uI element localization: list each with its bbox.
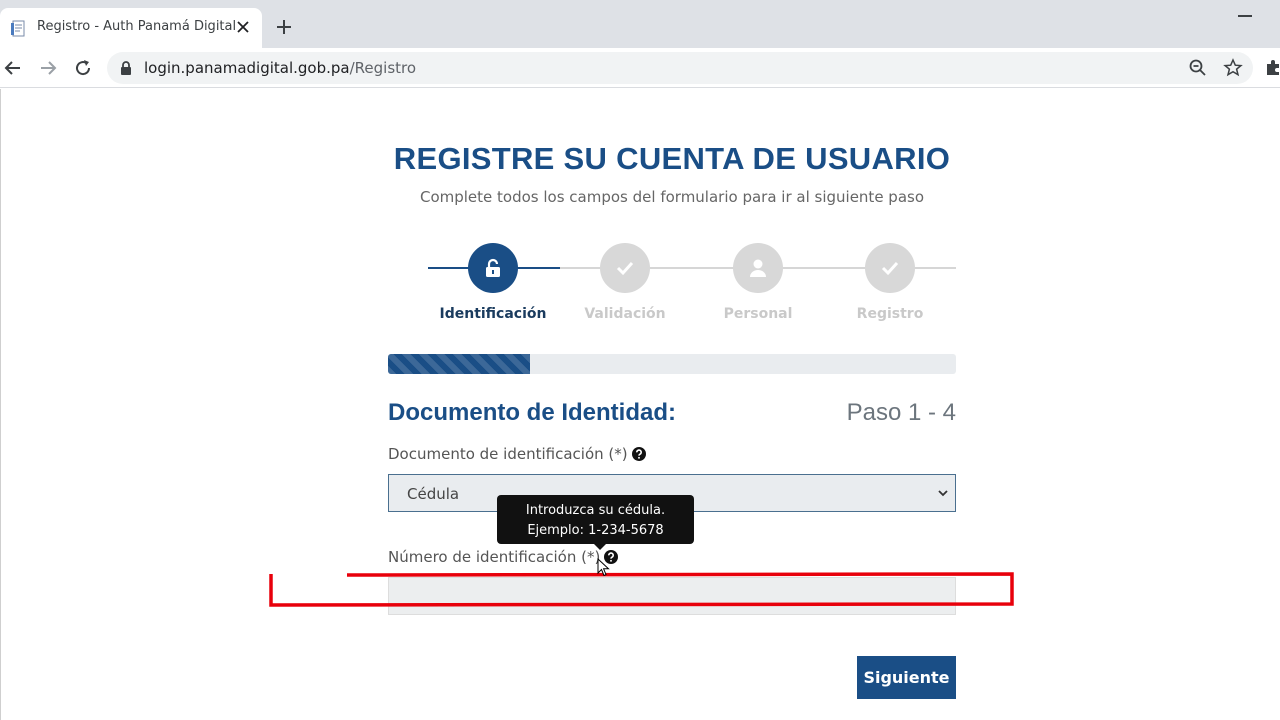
browser-toolbar: login.panamadigital.gob.pa/Registro [0, 48, 1280, 88]
tooltip-line: Ejemplo: 1-234-5678 [527, 523, 664, 538]
step-label: Personal [723, 306, 793, 322]
doc-type-label: Documento de identificación (*) [388, 445, 646, 463]
browser-tabstrip: Registro - Auth Panamá Digital [0, 0, 1280, 48]
back-arrow-icon[interactable] [2, 57, 24, 79]
url-path: /Registro [349, 59, 417, 77]
step-registro: Registro [824, 242, 956, 332]
doc-type-label-text: Documento de identificación (*) [388, 445, 628, 463]
check-icon [881, 261, 899, 276]
step-label: Identificación [439, 306, 547, 322]
minimize-icon[interactable] [1238, 15, 1252, 17]
close-icon[interactable] [234, 18, 252, 36]
step-identificacion: Identificación [427, 242, 559, 332]
zoom-out-icon[interactable] [1188, 58, 1208, 78]
check-icon [616, 261, 634, 276]
progress-bar-fill [388, 354, 530, 374]
id-number-input[interactable] [388, 577, 956, 615]
lock-icon [121, 61, 131, 75]
page-title: REGISTRE SU CUENTA DE USUARIO [393, 141, 951, 176]
progress-bar [388, 354, 956, 374]
step-circle [865, 243, 915, 293]
browser-tab[interactable]: Registro - Auth Panamá Digital [0, 8, 262, 48]
doc-type-selected-value: Cédula [407, 485, 460, 503]
extensions-puzzle-icon[interactable] [1264, 58, 1280, 76]
unlock-icon [486, 258, 500, 277]
step-label: Validación [584, 306, 666, 322]
step-label: Registro [856, 306, 924, 322]
star-icon[interactable] [1223, 58, 1243, 78]
step-count: Paso 1 - 4 [846, 399, 956, 426]
step-circle [733, 243, 783, 293]
forward-arrow-icon[interactable] [37, 57, 59, 79]
tab-title: Registro - Auth Panamá Digital [37, 19, 237, 34]
reload-icon[interactable] [72, 57, 94, 79]
step-circle [600, 243, 650, 293]
new-tab-plus-icon[interactable] [275, 18, 293, 36]
page-subtitle: Complete todos los campos del formulario… [419, 188, 925, 206]
document-icon [11, 20, 25, 37]
registration-stepper: Identificación Validación Personal Regis… [388, 242, 956, 332]
step-personal: Personal [692, 242, 824, 332]
mouse-cursor-icon [597, 558, 610, 577]
user-icon [750, 259, 766, 277]
id-number-label: Número de identificación (*) [388, 548, 619, 566]
step-circle [468, 243, 518, 293]
url-domain: login.panamadigital.gob.pa [144, 59, 350, 77]
tooltip-arrow [594, 544, 606, 550]
next-button[interactable]: Siguiente [857, 656, 956, 699]
question-circle-icon[interactable] [631, 447, 646, 461]
step-validacion: Validación [559, 242, 691, 332]
id-number-label-text: Número de identificación (*) [388, 548, 601, 566]
page-content: REGISTRE SU CUENTA DE USUARIO Complete t… [0, 89, 1280, 720]
chevron-down-icon [938, 490, 948, 497]
tooltip-line: Introduzca su cédula. [525, 503, 666, 518]
help-tooltip: Introduzca su cédula. Ejemplo: 1-234-567… [497, 495, 694, 544]
section-title: Documento de Identidad: [388, 399, 676, 426]
address-bar[interactable]: login.panamadigital.gob.pa/Registro [107, 52, 1253, 84]
url-text: login.panamadigital.gob.pa/Registro [144, 59, 416, 77]
